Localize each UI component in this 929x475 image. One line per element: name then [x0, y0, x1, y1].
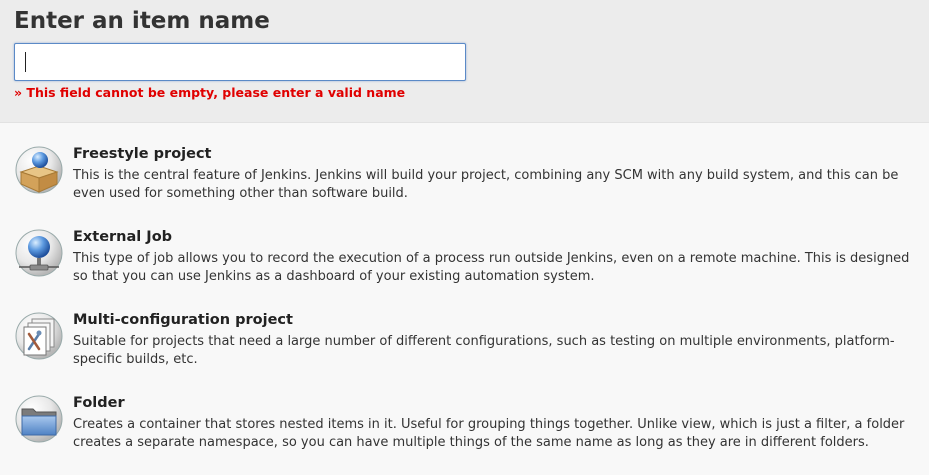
item-name-input[interactable]	[14, 43, 466, 81]
item-type-external-job[interactable]: External Job This type of job allows you…	[0, 229, 929, 309]
item-type-multi-configuration-project[interactable]: Multi-configuration project Suitable for…	[0, 312, 929, 392]
item-title: Folder	[73, 395, 125, 411]
validation-error: » This field cannot be empty, please ent…	[14, 85, 406, 100]
folder-icon	[15, 395, 63, 443]
item-type-freestyle-project[interactable]: Freestyle project This is the central fe…	[0, 146, 929, 226]
item-type-folder[interactable]: Folder Creates a container that stores n…	[0, 395, 929, 475]
item-description: This is the central feature of Jenkins. …	[73, 168, 899, 201]
item-title: Multi-configuration project	[73, 312, 293, 328]
item-description: Suitable for projects that need a large …	[73, 334, 895, 367]
item-title: External Job	[73, 229, 173, 245]
text-cursor	[25, 52, 26, 72]
external-job-icon	[15, 229, 63, 277]
page-title: Enter an item name	[14, 8, 270, 34]
multi-configuration-project-icon	[15, 312, 63, 360]
item-name-header: Enter an item name » This field cannot b…	[0, 0, 929, 123]
item-title: Freestyle project	[73, 146, 212, 162]
freestyle-project-icon	[15, 146, 63, 194]
item-description: Creates a container that stores nested i…	[73, 417, 905, 450]
item-description: This type of job allows you to record th…	[73, 251, 910, 284]
